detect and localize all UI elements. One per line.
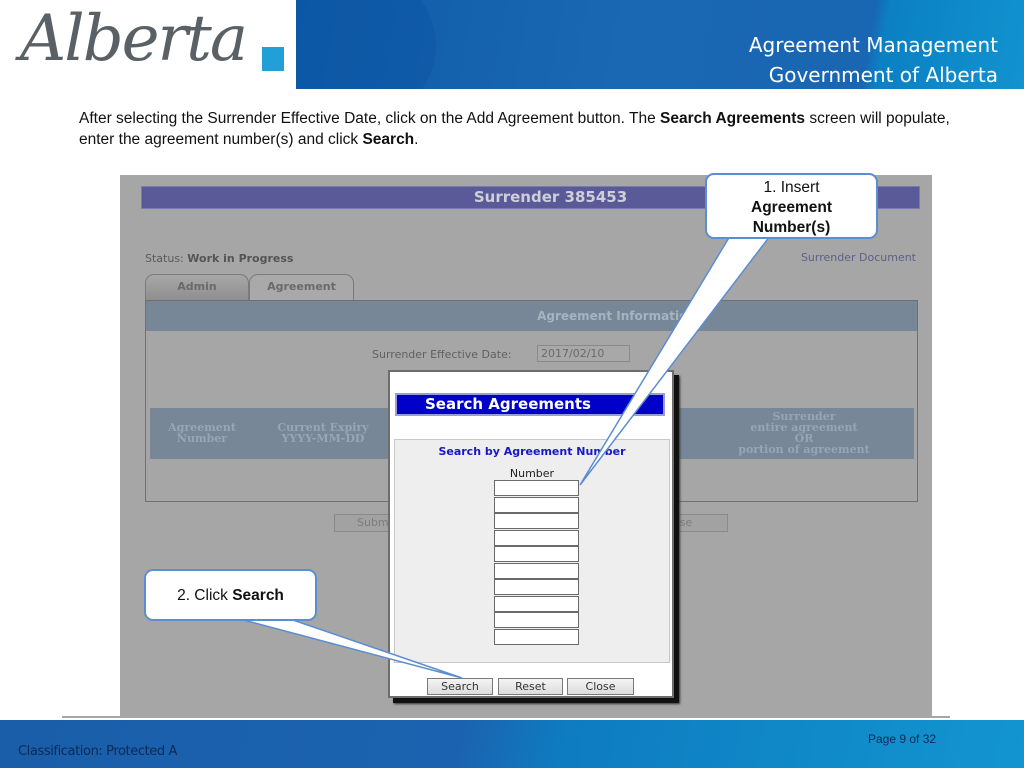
header-title-line1: Agreement Management — [748, 33, 998, 57]
logo-square-icon — [262, 47, 284, 71]
instructions-text: After selecting the Surrender Effective … — [79, 108, 959, 150]
decorative-swoosh — [296, 0, 436, 89]
callout-2-text: 2. Click — [177, 587, 233, 604]
search-by-number-heading: Search by Agreement Number — [438, 445, 626, 458]
classification-label: Classification: Protected A — [18, 744, 177, 759]
instr-bold2: Search — [362, 131, 415, 148]
header-title-line2: Government of Alberta — [768, 63, 998, 87]
instr-part1: After selecting the Surrender Effective … — [79, 110, 661, 127]
app-screenshot: Surrender 385453 Status: Work in Progres… — [120, 175, 932, 716]
panel-header: Agreement Information — [146, 301, 917, 331]
callout-1-line2: Agreement — [751, 199, 832, 216]
search-button[interactable]: Search — [427, 678, 493, 695]
status-line: Status: Work in Progress — [145, 252, 293, 265]
search-agreements-dialog: Search Agreements Search by Agreement Nu… — [388, 370, 674, 698]
tab-agreement[interactable]: Agreement — [249, 274, 354, 301]
callout-insert-number: 1. Insert Agreement Number(s) — [705, 173, 878, 239]
number-column-label: Number — [509, 467, 555, 480]
page-number: Page 9 of 32 — [868, 732, 937, 746]
agreement-number-input[interactable] — [494, 595, 579, 612]
header-title: Agreement Management Government of Alber… — [749, 30, 998, 89]
search-panel: Search by Agreement Number Number — [394, 439, 670, 663]
alberta-logo: Alberta — [0, 0, 296, 89]
logo-wordmark: Alberta — [20, 2, 248, 76]
surrender-document-link[interactable]: Surrender Document — [801, 251, 916, 264]
col-agreement-number: Agreement Number — [168, 421, 236, 445]
col-surrender-type: Surrender entire agreement OR portion of a… — [738, 410, 870, 456]
reset-button[interactable]: Reset — [498, 678, 563, 695]
agreement-number-input[interactable] — [494, 480, 579, 496]
callout-1-line1: 1. Insert — [763, 179, 820, 196]
agreement-number-input[interactable] — [494, 513, 579, 529]
surrender-date-input[interactable]: 2017/02/10 — [537, 345, 630, 362]
agreement-number-input[interactable] — [494, 496, 579, 513]
status-label: Status: — [145, 252, 184, 265]
footer-divider — [62, 716, 950, 718]
instr-bold1: Search Agreements — [660, 110, 806, 127]
close-button[interactable]: Close — [567, 678, 634, 695]
agreement-number-input[interactable] — [494, 628, 579, 645]
agreement-number-input[interactable] — [494, 546, 579, 562]
agreement-number-input[interactable] — [494, 579, 579, 595]
dialog-title: Search Agreements — [395, 393, 665, 416]
header-banner: Agreement Management Government of Alber… — [296, 0, 1024, 89]
agreement-number-input[interactable] — [494, 529, 579, 546]
agreement-number-input[interactable] — [494, 612, 579, 628]
callout-click-search: 2. Click Search — [144, 569, 317, 621]
tab-admin[interactable]: Admin — [145, 274, 249, 301]
surrender-date-label: Surrender Effective Date: — [372, 348, 512, 361]
col-current-expiry: Current Expiry YYYY-MM-DD — [277, 421, 369, 445]
instr-part3: . — [414, 131, 419, 148]
callout-1-line3: Number(s) — [752, 219, 831, 236]
agreement-number-input[interactable] — [494, 562, 579, 579]
status-value: Work in Progress — [187, 252, 294, 265]
callout-2-bold: Search — [232, 587, 284, 604]
